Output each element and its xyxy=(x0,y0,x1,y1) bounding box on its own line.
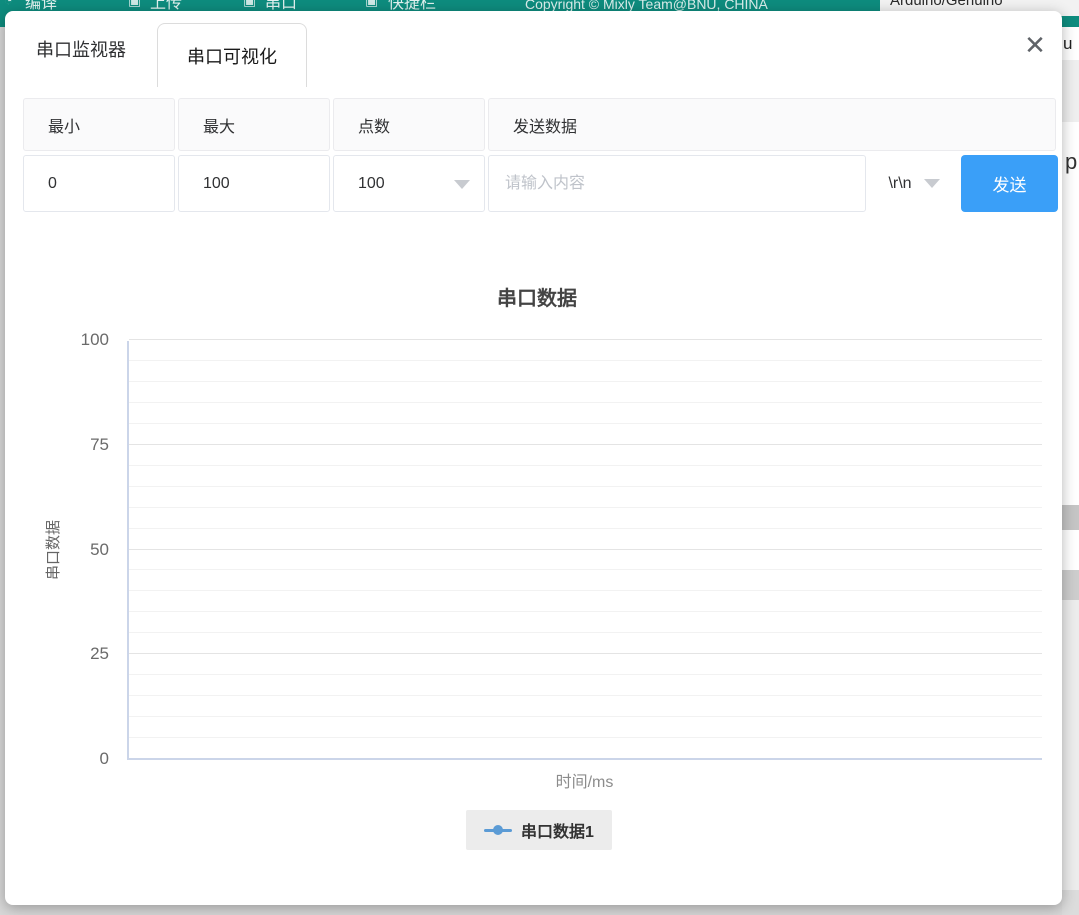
points-select-cell xyxy=(333,155,485,212)
background-block xyxy=(1062,570,1079,600)
chevron-down-icon[interactable] xyxy=(454,180,470,189)
compile-icon: ◔ xyxy=(4,0,12,8)
scrollbar-thumb[interactable] xyxy=(1062,505,1079,530)
y-tick-label: 75 xyxy=(33,435,109,455)
close-icon[interactable]: ✕ xyxy=(1017,27,1053,63)
gridline xyxy=(129,549,1042,550)
tab-serial-monitor[interactable]: 串口监视器 xyxy=(5,11,157,87)
gridline xyxy=(129,402,1042,403)
gridline xyxy=(129,695,1042,696)
gridline xyxy=(129,611,1042,612)
y-tick-label: 100 xyxy=(33,330,109,350)
upload-icon: ▣ xyxy=(128,0,141,9)
gridline xyxy=(129,423,1042,424)
y-tick-label: 25 xyxy=(33,644,109,664)
background-block xyxy=(1062,60,1079,122)
header-max: 最大 xyxy=(178,98,330,151)
y-tick-label: 0 xyxy=(33,749,109,769)
gridline xyxy=(129,507,1042,508)
tab-serial-visualization[interactable]: 串口可视化 xyxy=(157,23,307,87)
gridline xyxy=(129,737,1042,738)
board-selector-label: Arduino/Genuino xyxy=(890,0,1003,9)
background-text-fragment: u xyxy=(1063,34,1072,54)
max-input[interactable] xyxy=(179,156,329,211)
gridline xyxy=(129,716,1042,717)
chevron-down-icon xyxy=(924,179,940,188)
scrollbar-track xyxy=(1062,600,1079,890)
gridline xyxy=(129,360,1042,361)
gridline xyxy=(129,381,1042,382)
gridline xyxy=(129,339,1042,340)
x-axis-title: 时间/ms xyxy=(127,768,1042,792)
header-points: 点数 xyxy=(333,98,485,151)
gridline xyxy=(129,590,1042,591)
panel-icon: ▣ xyxy=(365,0,378,9)
gridline xyxy=(129,653,1042,654)
legend-label: 串口数据1 xyxy=(521,818,594,842)
min-field-cell xyxy=(23,155,175,212)
line-ending-value: \r\n xyxy=(888,175,911,193)
plot-area xyxy=(127,341,1042,760)
legend-item[interactable]: 串口数据1 xyxy=(466,810,612,850)
header-min: 最小 xyxy=(23,98,175,151)
line-series-marker-icon xyxy=(484,829,512,832)
gridline xyxy=(129,444,1042,445)
gridline xyxy=(129,674,1042,675)
header-send-data: 发送数据 xyxy=(488,98,1056,151)
background-page-fragment: u p xyxy=(1062,27,1079,915)
send-button[interactable]: 发送 xyxy=(961,155,1058,212)
gridline xyxy=(129,632,1042,633)
serial-icon: ▣ xyxy=(243,0,256,9)
gridline xyxy=(129,465,1042,466)
chart-title: 串口数据 xyxy=(32,282,1042,311)
send-field-cell xyxy=(488,155,866,212)
serial-dialog: 串口监视器 串口可视化 ✕ 最小 最大 点数 发送数据 \r\n 发送 串口数据… xyxy=(5,11,1062,905)
max-field-cell xyxy=(178,155,330,212)
gridline xyxy=(129,486,1042,487)
gridline xyxy=(129,569,1042,570)
background-block xyxy=(1062,890,1079,915)
line-ending-select[interactable]: \r\n xyxy=(870,155,958,212)
background-text-fragment: p xyxy=(1065,149,1077,175)
gridline xyxy=(129,528,1042,529)
send-data-input[interactable] xyxy=(489,156,865,211)
y-axis-title: 串口数据 xyxy=(42,485,66,615)
min-input[interactable] xyxy=(24,156,174,211)
